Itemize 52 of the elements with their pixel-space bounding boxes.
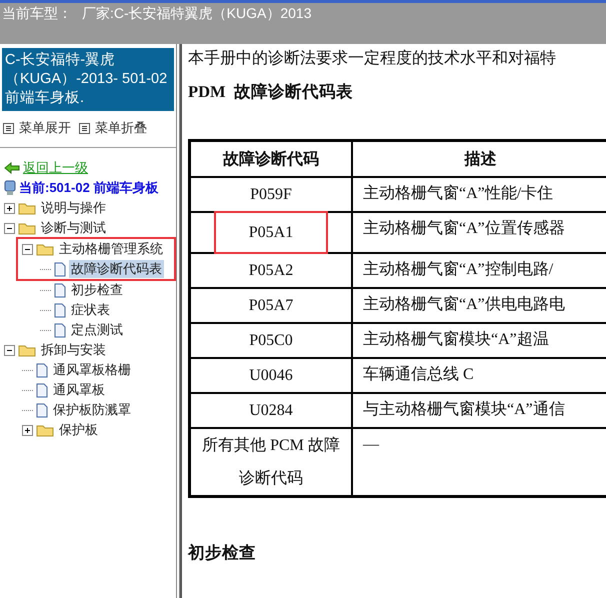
code-cell-text: P05A2 (248, 261, 294, 281)
code-cell-text: P05C0 (249, 331, 293, 351)
folder-icon (36, 242, 54, 256)
intro-text: 本手册中的诊断法要求一定程度的技术水平和对福特 (188, 48, 557, 69)
code-cell-text: U0284 (249, 401, 293, 421)
folder-icon (18, 343, 36, 357)
menu-action[interactable]: 菜单折叠 (79, 119, 147, 137)
car-model-label: 当前车型： (2, 5, 72, 23)
page-icon (36, 362, 48, 378)
page-icon (54, 262, 66, 276)
collapse-toggle-icon[interactable] (22, 244, 33, 254)
expand-toggle-icon[interactable] (22, 424, 33, 436)
code-cell-text: 所有其他 PCM 故障诊断代码 (201, 436, 341, 489)
car-model-value: 厂家:C-长安福特翼虎（KUGA）2013 (82, 5, 312, 23)
tree-page[interactable]: 通风罩板格栅 (51, 361, 133, 379)
tree-folder[interactable]: 诊断与测试 (39, 219, 108, 237)
collapse-toggle-icon[interactable] (4, 222, 15, 234)
code-cell-text: P05A7 (248, 296, 294, 316)
page-icon (36, 402, 48, 418)
tree-page[interactable]: 初步检查 (69, 281, 125, 299)
code-cell-text: P059F (250, 185, 292, 205)
page-icon (54, 302, 66, 318)
page-icon (54, 282, 66, 298)
page-icon (36, 382, 48, 398)
back-link[interactable]: 返回上一级 (23, 159, 88, 177)
folder-icon (18, 201, 36, 215)
tree-page[interactable]: 故障诊断代码表 (69, 260, 164, 278)
computer-icon (4, 180, 16, 196)
book-title: C-长安福特-翼虎（KUGA）-2013- 501-02 前端车身板. (2, 48, 174, 111)
code-cell: P05A1 (216, 213, 326, 252)
back-arrow-icon (4, 162, 20, 174)
folder-icon (36, 423, 54, 437)
tree-folder[interactable]: 保护板 (57, 421, 100, 439)
expand-toggle-icon[interactable] (4, 202, 15, 214)
tree-page[interactable]: 定点测试 (69, 321, 125, 339)
section-heading: 初步检查 (188, 542, 257, 564)
column-header: 故障诊断代码 (190, 140, 352, 177)
tree-page[interactable]: 通风罩板 (51, 381, 107, 399)
tree-page[interactable]: 症状表 (69, 301, 112, 319)
menu-action[interactable]: 菜单展开 (3, 119, 71, 137)
tree-folder[interactable]: 拆卸与安装 (39, 341, 108, 359)
folder-icon (18, 221, 36, 235)
page-icon (54, 322, 66, 338)
table-heading: PDM 故障诊断代码表 (188, 81, 354, 103)
list-icon (79, 122, 90, 134)
list-icon (3, 122, 14, 134)
tree-folder[interactable]: 说明与操作 (39, 199, 108, 217)
code-cell-text: U0046 (249, 366, 293, 386)
tree-page[interactable]: 保护板防溅罩 (51, 401, 133, 419)
collapse-toggle-icon[interactable] (4, 344, 15, 356)
current-location: 当前:501-02 前端车身板 (19, 179, 158, 197)
tree-folder[interactable]: 主动格栅管理系统 (57, 240, 165, 258)
